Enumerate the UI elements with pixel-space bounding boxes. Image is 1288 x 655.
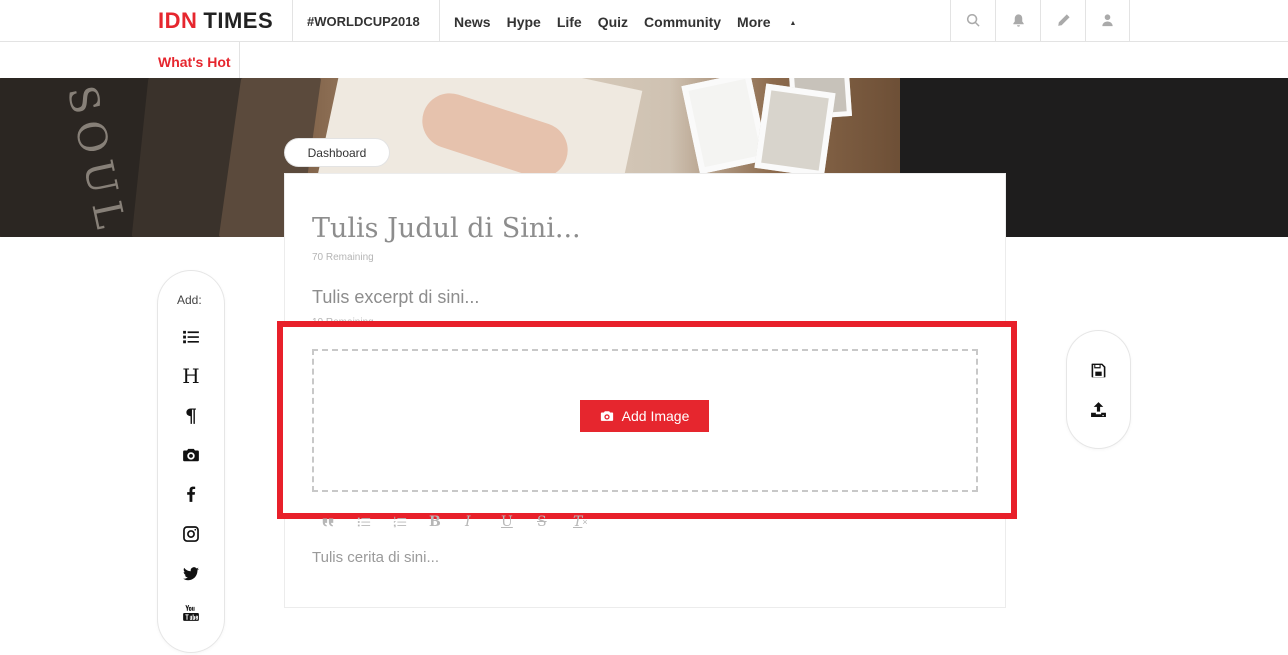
strikethrough-button[interactable]: S bbox=[537, 514, 573, 530]
search-icon bbox=[966, 13, 980, 27]
twitter-icon bbox=[183, 567, 199, 581]
numbered-list-button[interactable] bbox=[393, 514, 429, 530]
excerpt-input[interactable]: Tulis excerpt di sini... bbox=[312, 287, 479, 308]
nav-item-hype[interactable]: Hype bbox=[507, 14, 541, 30]
add-list-button[interactable] bbox=[176, 325, 206, 349]
facebook-icon bbox=[187, 486, 196, 502]
underline-icon: U bbox=[501, 514, 513, 530]
logo-times-text: TIMES bbox=[203, 8, 274, 33]
action-panel bbox=[1067, 331, 1130, 448]
bold-button[interactable]: B bbox=[429, 514, 465, 530]
sub-navbar: What's Hot bbox=[0, 42, 1288, 78]
bell-icon bbox=[1012, 14, 1024, 27]
pencil-icon bbox=[1057, 14, 1070, 26]
dashboard-breadcrumb-button[interactable]: Dashboard bbox=[285, 139, 389, 166]
nav-item-news[interactable]: News bbox=[454, 14, 491, 30]
notifications-button[interactable] bbox=[995, 0, 1040, 41]
add-heading-button[interactable]: H bbox=[176, 364, 206, 388]
main-nav: News Hype Life Quiz Community More ▲ bbox=[454, 14, 828, 30]
add-instagram-embed-button[interactable] bbox=[176, 522, 206, 546]
add-youtube-embed-button[interactable] bbox=[176, 601, 206, 625]
instagram-icon bbox=[183, 526, 199, 542]
logo-idn-text: IDN bbox=[158, 8, 198, 33]
bulleted-list-button[interactable] bbox=[357, 514, 393, 530]
quote-icon bbox=[322, 518, 334, 527]
camera-icon bbox=[600, 411, 613, 421]
quote-button[interactable] bbox=[321, 514, 357, 530]
format-toolbar: B I U S T × bbox=[321, 514, 609, 530]
underline-button[interactable]: U bbox=[501, 514, 537, 530]
add-image-label: Add Image bbox=[621, 408, 690, 424]
nav-item-quiz[interactable]: Quiz bbox=[598, 14, 628, 30]
title-input[interactable]: Tulis Judul di Sini... bbox=[312, 213, 581, 244]
nav-divider bbox=[292, 0, 293, 41]
strikethrough-icon: S bbox=[537, 514, 547, 530]
save-icon bbox=[1091, 363, 1105, 377]
upload-icon bbox=[1090, 401, 1106, 417]
nav-item-more[interactable]: More ▲ bbox=[737, 14, 812, 30]
youtube-icon bbox=[183, 605, 199, 621]
add-paragraph-button[interactable]: ¶ bbox=[176, 404, 206, 428]
top-navbar: IDN TIMES #WORLDCUP2018 News Hype Life Q… bbox=[0, 0, 1288, 42]
nav-more-label: More bbox=[737, 14, 771, 30]
add-facebook-embed-button[interactable] bbox=[176, 482, 206, 506]
clear-format-icon: T bbox=[573, 514, 583, 530]
italic-icon: I bbox=[465, 514, 471, 530]
camera-icon bbox=[183, 448, 199, 462]
list-icon bbox=[183, 330, 199, 344]
clear-x-mark: × bbox=[582, 517, 588, 527]
save-draft-button[interactable] bbox=[1086, 358, 1110, 382]
caret-up-icon: ▲ bbox=[789, 19, 797, 27]
nav-hashtag-worldcup[interactable]: #WORLDCUP2018 bbox=[307, 14, 420, 29]
title-remaining-count: 70 Remaining bbox=[312, 252, 374, 263]
add-panel-label: Add: bbox=[177, 293, 202, 307]
nav-divider bbox=[439, 0, 440, 41]
add-image-block-button[interactable] bbox=[176, 443, 206, 467]
nav-item-community[interactable]: Community bbox=[644, 14, 721, 30]
idn-times-logo[interactable]: IDN TIMES bbox=[158, 8, 273, 34]
bold-icon: B bbox=[429, 514, 441, 530]
hero-polaroid bbox=[754, 83, 836, 178]
search-button[interactable] bbox=[950, 0, 995, 41]
nav-item-life[interactable]: Life bbox=[557, 14, 582, 30]
add-image-button[interactable]: Add Image bbox=[580, 400, 709, 432]
user-icon bbox=[1102, 14, 1113, 27]
add-twitter-embed-button[interactable] bbox=[176, 562, 206, 586]
heading-icon: H bbox=[182, 364, 200, 388]
publish-button[interactable] bbox=[1086, 397, 1110, 421]
bulleted-list-icon bbox=[357, 517, 371, 527]
whats-hot-link[interactable]: What's Hot bbox=[158, 54, 231, 70]
numbered-list-icon bbox=[393, 516, 407, 528]
clear-format-button[interactable]: T × bbox=[573, 514, 609, 530]
subnav-divider bbox=[239, 42, 240, 78]
paragraph-icon: ¶ bbox=[184, 405, 198, 427]
write-button[interactable] bbox=[1040, 0, 1085, 41]
account-button[interactable] bbox=[1085, 0, 1130, 41]
story-input[interactable]: Tulis cerita di sini... bbox=[312, 549, 439, 566]
italic-button[interactable]: I bbox=[465, 514, 501, 530]
